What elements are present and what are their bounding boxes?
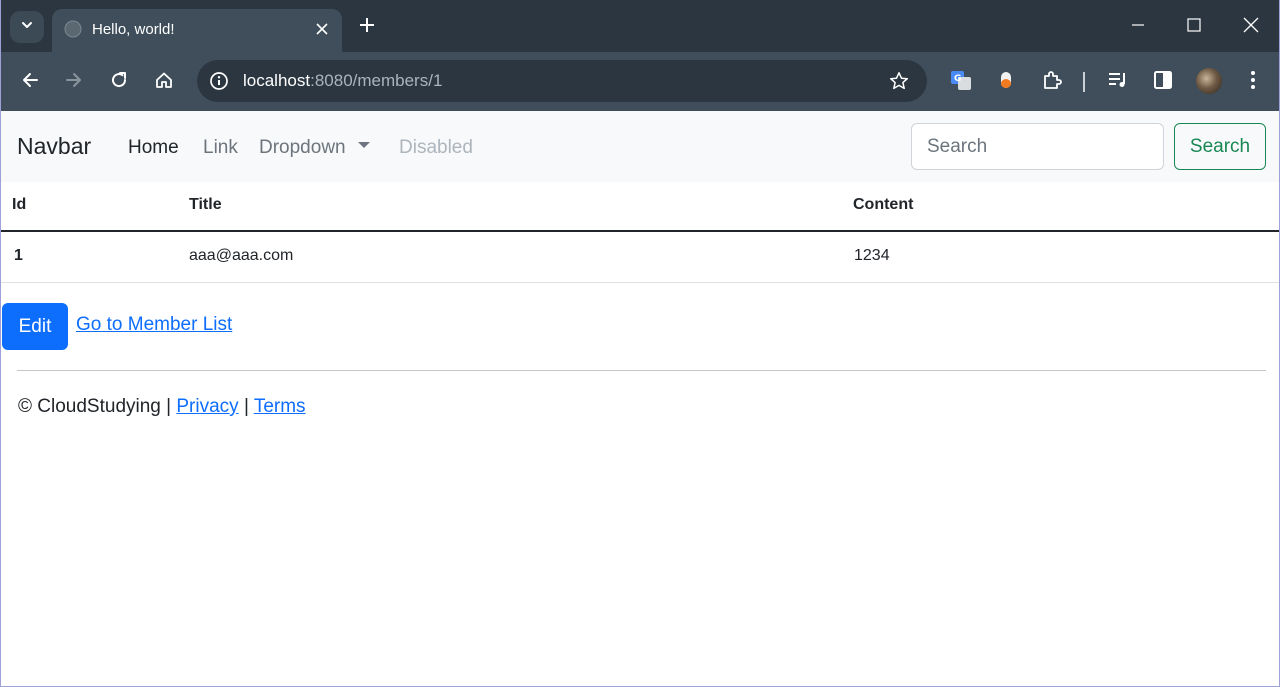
maximize-button[interactable] [1178, 12, 1210, 42]
url-text: localhost:8080/members/1 [243, 71, 442, 91]
more-vertical-icon [1250, 70, 1256, 95]
info-icon[interactable] [207, 69, 231, 93]
address-bar[interactable]: localhost:8080/members/1 [197, 60, 927, 102]
reload-icon [110, 71, 128, 94]
translate-icon: G [950, 69, 972, 96]
globe-icon [64, 20, 82, 38]
table-header-row: Id Title Content [1, 182, 1279, 232]
cell-content: 1234 [854, 247, 890, 264]
browser-window: Hello, world! localhost:8080/members/1 G… [0, 0, 1280, 687]
extension-button[interactable] [990, 66, 1022, 98]
extensions-menu-button[interactable] [1036, 66, 1068, 98]
privacy-link[interactable]: Privacy [176, 396, 238, 417]
terms-link[interactable]: Terms [254, 396, 306, 417]
close-icon[interactable] [312, 19, 332, 39]
nav-link-link[interactable]: Link [203, 137, 238, 159]
star-icon[interactable] [887, 69, 911, 93]
window-close-button[interactable] [1235, 12, 1267, 42]
media-controls-button[interactable] [1102, 66, 1134, 98]
url-host: localhost [243, 71, 311, 90]
maximize-icon [1187, 17, 1201, 37]
toolbar-divider [1083, 72, 1085, 92]
home-icon [155, 71, 173, 94]
url-path: :8080/members/1 [310, 71, 443, 90]
column-header-id: Id [12, 196, 27, 213]
browser-toolbar: localhost:8080/members/1 G [1, 52, 1279, 111]
cell-title: aaa@aaa.com [189, 247, 294, 264]
arrow-left-icon [21, 71, 39, 94]
search-button[interactable]: Search [1174, 123, 1266, 170]
tab-strip: Hello, world! [1, 0, 1279, 52]
tab-title: Hello, world! [92, 21, 175, 38]
side-panel-icon [1153, 70, 1173, 95]
svg-text:G: G [954, 74, 961, 84]
profile-avatar[interactable] [1196, 68, 1222, 94]
column-header-content: Content [853, 196, 914, 213]
minimize-button[interactable] [1122, 12, 1154, 42]
side-panel-button[interactable] [1147, 66, 1179, 98]
footer: © CloudStudying | Privacy | Terms [18, 396, 306, 418]
arrow-right-icon [65, 71, 83, 94]
tab-search-button[interactable] [10, 11, 44, 43]
search-input[interactable] [911, 123, 1164, 170]
minimize-icon [1131, 18, 1145, 37]
footer-copyright: © CloudStudying | [18, 396, 172, 417]
nav-link-home[interactable]: Home [128, 137, 179, 159]
capsule-icon [999, 70, 1013, 95]
forward-button[interactable] [58, 66, 90, 98]
translate-extension-button[interactable]: G [945, 66, 977, 98]
column-header-title: Title [189, 196, 222, 213]
member-list-link[interactable]: Go to Member List [76, 314, 232, 336]
back-button[interactable] [14, 66, 46, 98]
puzzle-icon [1041, 69, 1063, 96]
reload-button[interactable] [103, 66, 135, 98]
plus-icon [359, 17, 375, 38]
footer-separator: | [243, 396, 249, 417]
browser-menu-button[interactable] [1237, 66, 1269, 98]
nav-link-disabled: Disabled [399, 137, 473, 158]
tab-active[interactable]: Hello, world! [52, 9, 342, 52]
footer-divider [17, 370, 1266, 371]
close-icon [1243, 17, 1259, 38]
table-row: 1 aaa@aaa.com 1234 [1, 232, 1279, 283]
edit-button[interactable]: Edit [2, 303, 68, 350]
new-tab-button[interactable] [353, 13, 381, 41]
chevron-down-icon [20, 18, 34, 37]
home-button[interactable] [148, 66, 180, 98]
cell-id: 1 [14, 247, 23, 264]
nav-dropdown[interactable]: Dropdown [259, 137, 370, 159]
navbar: Navbar Home Link Dropdown Disabled Searc… [1, 111, 1279, 182]
nav-dropdown-label: Dropdown [259, 137, 346, 158]
music-queue-icon [1107, 69, 1129, 96]
navbar-brand[interactable]: Navbar [17, 133, 91, 160]
caret-down-icon [357, 141, 370, 148]
